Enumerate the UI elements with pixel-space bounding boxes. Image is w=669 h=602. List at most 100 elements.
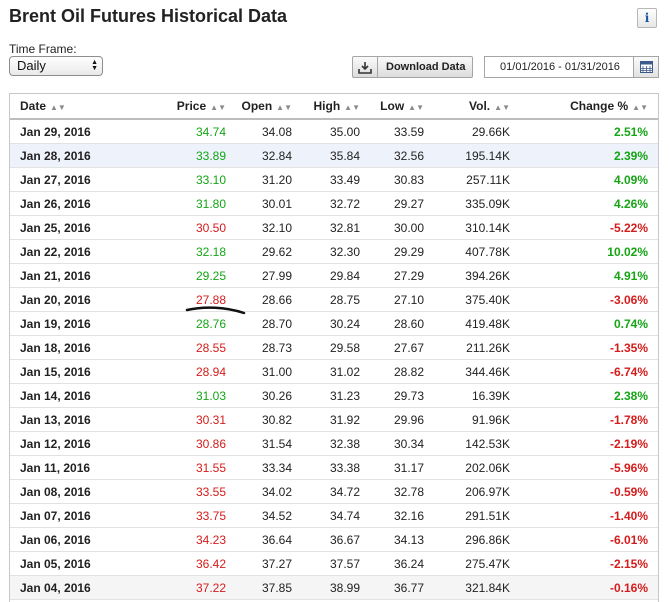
cell-date: Jan 19, 2016 bbox=[10, 311, 138, 336]
cell-high: 35.84 bbox=[292, 143, 360, 168]
column-header-vol[interactable]: Vol. ▲▼ bbox=[424, 94, 510, 120]
cell-price: 36.42 bbox=[138, 551, 226, 576]
table-row: Jan 04, 2016 37.22 37.85 38.99 36.77 321.84K -… bbox=[10, 575, 658, 600]
table-row: Jan 18, 2016 28.55 28.73 29.58 27.67 211.26K -… bbox=[10, 335, 658, 360]
cell-vol: 195.14K bbox=[424, 143, 510, 168]
cell-high: 32.30 bbox=[292, 239, 360, 264]
cell-high: 33.38 bbox=[292, 455, 360, 480]
cell-low: 28.60 bbox=[360, 311, 424, 336]
cell-high: 34.74 bbox=[292, 503, 360, 528]
cell-vol: 335.09K bbox=[424, 191, 510, 216]
table-row: Jan 21, 2016 29.25 27.99 29.84 27.29 394.26K 4… bbox=[10, 263, 658, 288]
cell-open: 34.08 bbox=[226, 119, 292, 144]
time-frame-select[interactable]: Daily ▲ ▼ bbox=[9, 56, 103, 76]
cell-low: 27.10 bbox=[360, 287, 424, 312]
cell-low: 33.59 bbox=[360, 119, 424, 144]
table-row: Jan 22, 2016 32.18 29.62 32.30 29.29 407.78K 1… bbox=[10, 239, 658, 264]
cell-low: 29.96 bbox=[360, 407, 424, 432]
cell-open: 27.99 bbox=[226, 263, 292, 288]
cell-low: 29.29 bbox=[360, 239, 424, 264]
column-header-price[interactable]: Price ▲▼ bbox=[138, 94, 226, 120]
cell-vol: 394.26K bbox=[424, 263, 510, 288]
cell-vol: 202.06K bbox=[424, 455, 510, 480]
cell-low: 34.13 bbox=[360, 527, 424, 552]
cell-open: 34.02 bbox=[226, 479, 292, 504]
cell-open: 31.54 bbox=[226, 431, 292, 456]
cell-date: Jan 22, 2016 bbox=[10, 239, 138, 264]
table-row: Jan 28, 2016 33.89 32.84 35.84 32.56 195.14K 2… bbox=[10, 143, 658, 168]
cell-date: Jan 28, 2016 bbox=[10, 143, 138, 168]
sort-icon: ▲▼ bbox=[632, 103, 648, 112]
cell-low: 36.77 bbox=[360, 575, 424, 600]
cell-price: 33.75 bbox=[138, 503, 226, 528]
cell-change: -1.35% bbox=[510, 335, 658, 360]
table-row: Jan 05, 2016 36.42 37.27 37.57 36.24 275.47K -… bbox=[10, 551, 658, 576]
cell-open: 33.34 bbox=[226, 455, 292, 480]
cell-change: 4.09% bbox=[510, 167, 658, 192]
info-icon: i bbox=[644, 11, 650, 25]
table-row: Jan 19, 2016 28.76 28.70 30.24 28.60 419.48K 0… bbox=[10, 311, 658, 336]
cell-date: Jan 21, 2016 bbox=[10, 263, 138, 288]
sort-icon: ▲▼ bbox=[344, 103, 360, 112]
cell-low: 27.29 bbox=[360, 263, 424, 288]
column-header-high[interactable]: High ▲▼ bbox=[292, 94, 360, 120]
cell-date: Jan 04, 2016 bbox=[10, 575, 138, 600]
cell-low: 30.00 bbox=[360, 215, 424, 240]
cell-high: 34.72 bbox=[292, 479, 360, 504]
table-row: Jan 27, 2016 33.10 31.20 33.49 30.83 257.11K 4… bbox=[10, 167, 658, 192]
calendar-icon[interactable] bbox=[633, 57, 658, 77]
cell-low: 36.24 bbox=[360, 551, 424, 576]
date-range-value: 01/01/2016 - 01/31/2016 bbox=[500, 61, 620, 73]
table-row: Jan 26, 2016 31.80 30.01 32.72 29.27 335.09K 4… bbox=[10, 191, 658, 216]
download-data-button[interactable]: Download Data bbox=[352, 56, 473, 78]
cell-change: -6.01% bbox=[510, 527, 658, 552]
table-row: Jan 14, 2016 31.03 30.26 31.23 29.73 16.39K 2.… bbox=[10, 383, 658, 408]
cell-high: 36.67 bbox=[292, 527, 360, 552]
cell-vol: 16.39K bbox=[424, 383, 510, 408]
column-header-change[interactable]: Change % ▲▼ bbox=[510, 94, 658, 120]
cell-low: 31.17 bbox=[360, 455, 424, 480]
cell-change: -0.59% bbox=[510, 479, 658, 504]
cell-change: -1.40% bbox=[510, 503, 658, 528]
date-range-picker[interactable]: 01/01/2016 - 01/31/2016 bbox=[484, 56, 659, 78]
cell-open: 30.26 bbox=[226, 383, 292, 408]
page-title: Brent Oil Futures Historical Data bbox=[9, 6, 288, 26]
download-data-label: Download Data bbox=[386, 61, 466, 73]
cell-date: Jan 11, 2016 bbox=[10, 455, 138, 480]
sort-icon: ▲▼ bbox=[210, 103, 226, 112]
cell-vol: 211.26K bbox=[424, 335, 510, 360]
column-header-date[interactable]: Date ▲▼ bbox=[10, 94, 138, 120]
cell-change: 10.02% bbox=[510, 239, 658, 264]
cell-date: Jan 29, 2016 bbox=[10, 119, 138, 144]
cell-open: 37.85 bbox=[226, 575, 292, 600]
cell-change: 0.74% bbox=[510, 311, 658, 336]
cell-vol: 142.53K bbox=[424, 431, 510, 456]
cell-low: 28.82 bbox=[360, 359, 424, 384]
cell-vol: 91.96K bbox=[424, 407, 510, 432]
column-header-open[interactable]: Open ▲▼ bbox=[226, 94, 292, 120]
cell-open: 31.20 bbox=[226, 167, 292, 192]
sort-icon: ▲▼ bbox=[276, 103, 292, 112]
cell-date: Jan 12, 2016 bbox=[10, 431, 138, 456]
cell-date: Jan 14, 2016 bbox=[10, 383, 138, 408]
cell-change: -5.22% bbox=[510, 215, 658, 240]
cell-vol: 206.97K bbox=[424, 479, 510, 504]
info-button[interactable]: i bbox=[637, 8, 657, 28]
column-header-low[interactable]: Low ▲▼ bbox=[360, 94, 424, 120]
cell-change: 2.39% bbox=[510, 143, 658, 168]
cell-high: 32.38 bbox=[292, 431, 360, 456]
cell-high: 38.99 bbox=[292, 575, 360, 600]
cell-open: 32.84 bbox=[226, 143, 292, 168]
cell-open: 32.10 bbox=[226, 215, 292, 240]
cell-price: 33.89 bbox=[138, 143, 226, 168]
cell-change: 4.91% bbox=[510, 263, 658, 288]
cell-price: 31.80 bbox=[138, 191, 226, 216]
cell-high: 31.92 bbox=[292, 407, 360, 432]
cell-change: -1.78% bbox=[510, 407, 658, 432]
cell-open: 30.01 bbox=[226, 191, 292, 216]
cell-change: 2.38% bbox=[510, 383, 658, 408]
cell-low: 29.27 bbox=[360, 191, 424, 216]
cell-date: Jan 25, 2016 bbox=[10, 215, 138, 240]
cell-date: Jan 07, 2016 bbox=[10, 503, 138, 528]
cell-high: 35.00 bbox=[292, 119, 360, 144]
